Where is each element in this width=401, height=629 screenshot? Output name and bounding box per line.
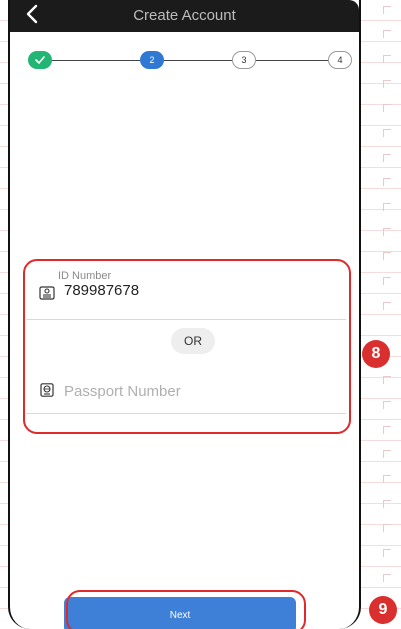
page-title: Create Account [133,7,236,24]
check-icon [35,56,45,64]
progress-stepper: 2 3 4 [28,48,352,72]
passport-number-input[interactable] [64,380,324,402]
id-number-label: ID Number [58,270,112,282]
step-1-completed [28,51,52,69]
passport-icon [40,383,54,397]
page-margin-marks [378,0,401,629]
identity-form: ID Number OR [26,258,346,414]
step-4: 4 [328,51,352,69]
id-card-icon [39,286,55,300]
next-button[interactable]: Next [64,597,296,629]
callout-badge-next: 9 [369,596,397,624]
id-number-field[interactable]: ID Number [26,258,346,320]
step-2-current: 2 [140,51,164,69]
or-separator: OR [171,328,215,354]
stepper-connector [256,60,328,61]
stepper-connector [52,60,140,61]
app-header: Create Account [10,0,359,32]
step-3: 3 [232,51,256,69]
phone-screen: Create Account 2 3 4 ID Number OR [8,0,361,629]
callout-badge-form: 8 [362,340,390,368]
passport-number-field[interactable] [26,362,346,414]
id-number-input[interactable] [64,282,324,299]
stepper-connector [164,60,232,61]
